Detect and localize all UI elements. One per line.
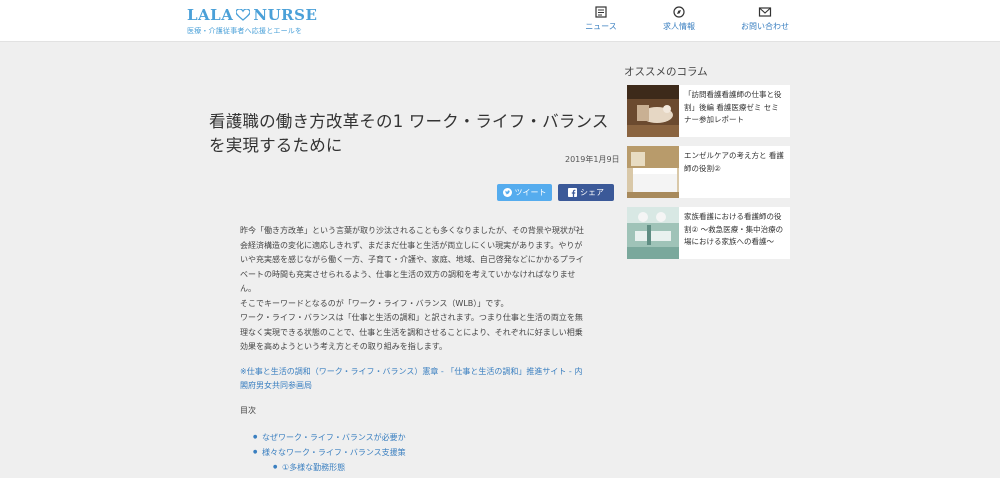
- sidebar-heading: オススメのコラム: [624, 66, 708, 78]
- site-logo[interactable]: LALA NURSE 医療・介護従事者へ応援とエールを: [187, 6, 317, 36]
- twitter-icon: [502, 188, 512, 197]
- nav-jobs-label: 求人情報: [663, 22, 695, 31]
- article-paragraph: ワーク・ライフ・バランスは「仕事と生活の調和」と訳されます。つまり仕事と生活の両…: [240, 313, 583, 351]
- column-thumbnail: [627, 207, 679, 259]
- tweet-label: ツイート: [514, 188, 547, 197]
- column-thumbnail: [627, 146, 679, 198]
- toc-item[interactable]: なぜワーク・ライフ・バランスが必要か: [253, 430, 406, 445]
- column-title: 家族看護における看護師の役割② ～救急医療・集中治療の場における家族への看護～: [684, 212, 784, 246]
- source-link[interactable]: ※仕事と生活の調和（ワーク・ライフ・バランス）憲章 - 「仕事と生活の調和」推進…: [240, 365, 585, 392]
- toc-item[interactable]: 様々なワーク・ライフ・バランス支援策: [253, 445, 406, 460]
- heart-icon: [236, 9, 251, 21]
- tweet-button[interactable]: ツイート: [497, 184, 552, 201]
- facebook-share-button[interactable]: シェア: [558, 184, 614, 201]
- article-paragraph: そこでキーワードとなるのが「ワーク・ライフ・バランス（WLB）」です。: [240, 298, 509, 308]
- article-title: 看護職の働き方改革その1 ワーク・ライフ・バランスを実現するために: [209, 112, 609, 155]
- newspaper-icon: [595, 6, 607, 18]
- nav-jobs[interactable]: 求人情報: [649, 6, 709, 32]
- nav-contact[interactable]: お問い合わせ: [735, 6, 795, 32]
- share-label: シェア: [580, 188, 604, 197]
- column-card[interactable]: エンゼルケアの考え方と 看護師の役割②: [627, 146, 790, 198]
- nav-news-label: ニュース: [585, 22, 617, 31]
- mail-icon: [758, 7, 772, 17]
- nav-contact-label: お問い合わせ: [741, 22, 789, 31]
- logo-wordmark: LALA NURSE: [187, 6, 317, 24]
- table-of-contents: なぜワーク・ライフ・バランスが必要か 様々なワーク・ライフ・バランス支援策 ①多…: [253, 430, 406, 475]
- logo-text-left: LALA: [187, 6, 234, 24]
- column-title: 「訪問看護看護師の仕事と役割」後編 看護医療ゼミ セミナー参加レポート: [684, 90, 782, 124]
- toc-subitem[interactable]: ①多様な勤務形態: [273, 460, 406, 475]
- article-body: 昨今「働き方改革」という言葉が取り沙汰されることも多くなりましたが、その背景や現…: [240, 224, 585, 355]
- article-header: 看護職の働き方改革その1 ワーク・ライフ・バランスを実現するために: [209, 110, 619, 158]
- article-paragraph: 昨今「働き方改革」という言葉が取り沙汰されることも多くなりましたが、その背景や現…: [240, 226, 584, 293]
- compass-icon: [673, 6, 685, 18]
- facebook-icon: [568, 188, 577, 197]
- toc-heading: 目次: [240, 406, 256, 415]
- column-card[interactable]: 家族看護における看護師の役割② ～救急医療・集中治療の場における家族への看護～: [627, 207, 790, 259]
- column-title: エンゼルケアの考え方と 看護師の役割②: [684, 151, 784, 173]
- article-date: 2019年1月9日: [565, 155, 620, 164]
- site-header: LALA NURSE 医療・介護従事者へ応援とエールを ニュース 求人情報 お問い…: [0, 0, 1000, 42]
- column-card[interactable]: 「訪問看護看護師の仕事と役割」後編 看護医療ゼミ セミナー参加レポート: [627, 85, 790, 137]
- logo-tagline: 医療・介護従事者へ応援とエールを: [187, 27, 303, 35]
- column-thumbnail: [627, 85, 679, 137]
- nav-news[interactable]: ニュース: [571, 6, 631, 32]
- logo-text-right: NURSE: [253, 6, 318, 24]
